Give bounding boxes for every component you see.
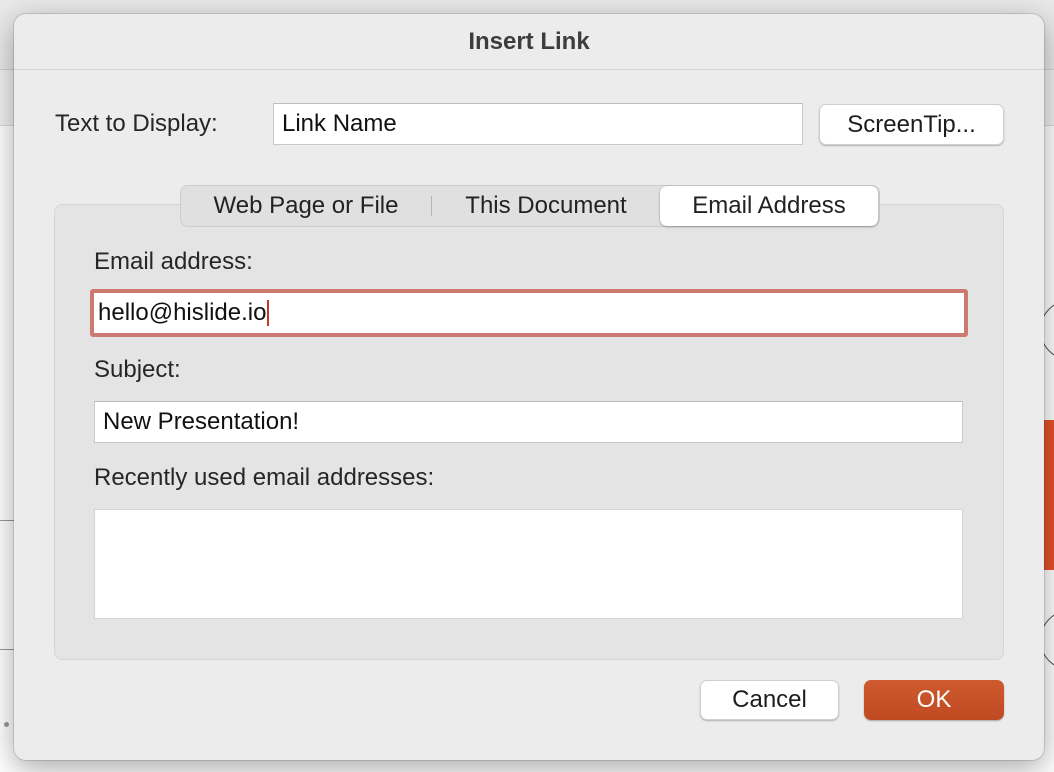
background-slide-bracket	[0, 520, 14, 650]
ok-button[interactable]: OK	[864, 680, 1004, 720]
text-to-display-value: Link Name	[282, 110, 397, 137]
insert-link-dialog: Insert Link Text to Display: Link Name S…	[14, 14, 1044, 760]
tab-email-address[interactable]: Email Address	[660, 186, 878, 226]
subject-input[interactable]: New Presentation!	[94, 401, 963, 443]
text-to-display-input[interactable]: Link Name	[273, 103, 803, 145]
recent-addresses-label: Recently used email addresses:	[94, 464, 435, 491]
tab-web-page-or-file[interactable]: Web Page or File	[181, 186, 431, 226]
recent-addresses-list[interactable]	[94, 509, 963, 619]
dialog-title: Insert Link	[468, 27, 590, 55]
tab-this-document[interactable]: This Document	[432, 186, 660, 226]
text-caret	[267, 300, 270, 326]
link-type-tabs: Web Page or File This Document Email Add…	[180, 185, 880, 227]
screentip-button[interactable]: ScreenTip...	[819, 104, 1004, 145]
email-address-label: Email address:	[94, 248, 253, 275]
background-bullet-dot	[4, 722, 9, 727]
subject-value: New Presentation!	[103, 408, 300, 435]
cancel-button[interactable]: Cancel	[700, 680, 839, 720]
text-to-display-label: Text to Display:	[55, 110, 218, 137]
subject-label: Subject:	[94, 356, 181, 383]
email-address-value: hello@hislide.io	[98, 299, 267, 326]
email-address-input[interactable]: hello@hislide.io	[90, 289, 968, 337]
dialog-titlebar: Insert Link	[14, 14, 1044, 70]
